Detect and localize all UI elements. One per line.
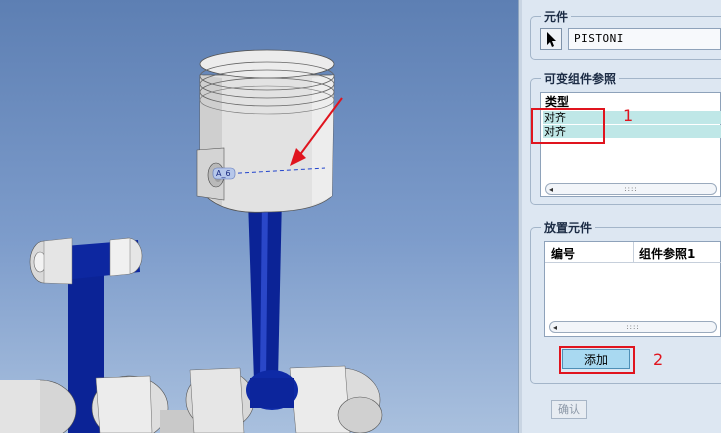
column-divider xyxy=(633,242,634,262)
confirm-button[interactable]: 确认 xyxy=(551,400,587,419)
scroll-grip-icon[interactable]: :::: xyxy=(624,185,637,193)
scroll-left-icon[interactable]: ◂ xyxy=(553,322,557,334)
datum-axis-label: A_6 xyxy=(216,169,231,178)
annotation-marker-1: 1 xyxy=(623,106,634,125)
pick-component-button[interactable] xyxy=(540,28,562,50)
piston-assembly-graphic xyxy=(0,49,383,433)
cursor-arrow-icon xyxy=(547,32,556,47)
placement-group-title: 放置元件 xyxy=(541,219,596,236)
model-viewport[interactable]: A_6 xyxy=(0,0,518,433)
placement-list[interactable]: 编号 组件参照1 ◂ :::: xyxy=(544,241,721,337)
component-name-field[interactable]: PISTONI xyxy=(568,28,721,50)
annotation-box-1 xyxy=(531,108,605,144)
scroll-grip-icon[interactable]: :::: xyxy=(626,323,639,331)
component-group-title: 元件 xyxy=(541,8,572,25)
horizontal-scrollbar[interactable]: ◂ :::: xyxy=(545,183,717,195)
variable-refs-title: 可变组件参照 xyxy=(541,70,620,87)
annotation-box-2 xyxy=(559,346,635,374)
header-divider xyxy=(545,262,721,263)
scroll-left-icon[interactable]: ◂ xyxy=(549,184,553,196)
annotation-marker-2: 2 xyxy=(653,350,664,369)
component-ref-column-header: 组件参照1 xyxy=(639,247,696,261)
number-column-header: 编号 xyxy=(551,247,576,261)
horizontal-scrollbar[interactable]: ◂ :::: xyxy=(549,321,717,333)
